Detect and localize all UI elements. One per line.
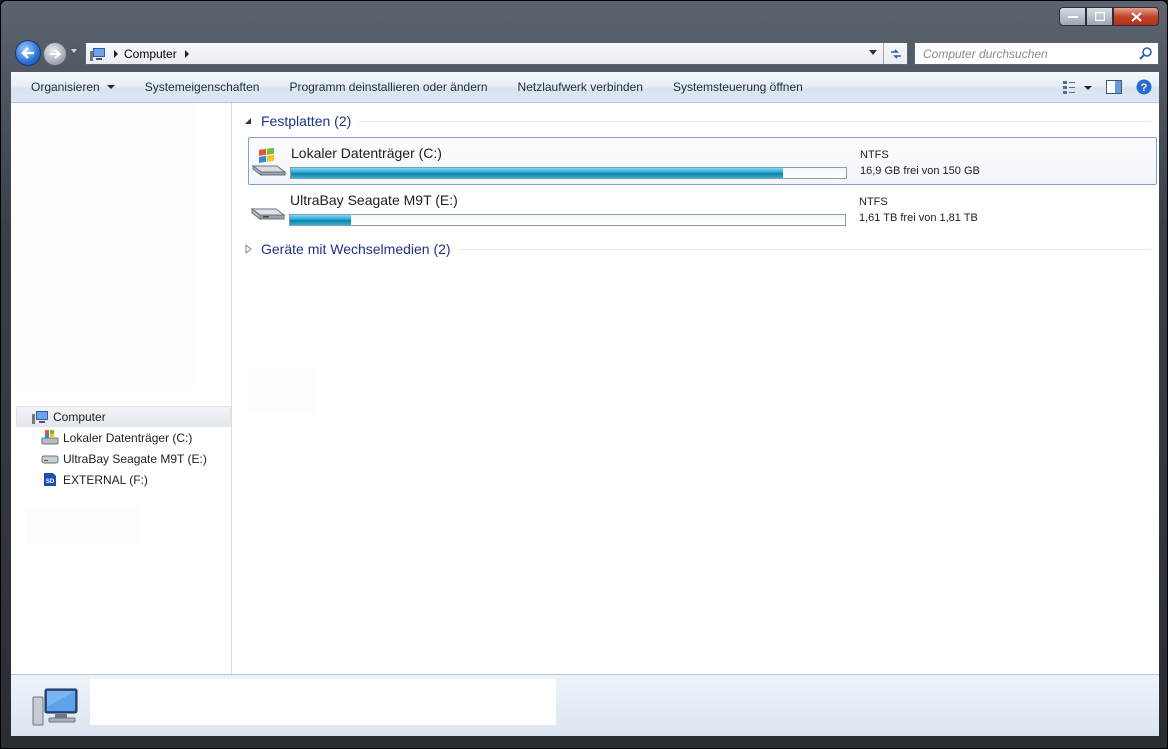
nav-item-drive-f[interactable]: SD EXTERNAL (F:)	[41, 469, 148, 490]
maximize-button[interactable]	[1086, 7, 1113, 26]
chevron-down-icon	[106, 85, 115, 89]
svg-text:?: ?	[1141, 82, 1148, 94]
close-icon	[1130, 11, 1142, 22]
navigation-bar: Computer	[11, 38, 1159, 68]
windows-drive-icon	[41, 430, 59, 446]
nav-item-drive-c[interactable]: Lokaler Datenträger (C:)	[41, 427, 192, 448]
change-view-button[interactable]	[1055, 72, 1099, 102]
details-pane	[11, 674, 1159, 736]
breadcrumb-computer[interactable]: Computer	[124, 47, 177, 61]
explorer-body: Computer Lokaler Datenträger (C:) UltraB…	[11, 103, 1159, 674]
explorer-window: Computer Organisieren Systemeigenschafte…	[0, 0, 1168, 749]
drive-tile-e[interactable]: UltraBay Seagate M9T (E:) NTFS 1,61 TB f…	[248, 185, 1157, 233]
breadcrumb-chevron-icon[interactable]	[184, 49, 189, 58]
drive-name: Lokaler Datenträger (C:)	[291, 145, 442, 161]
window-controls	[1059, 7, 1159, 26]
address-bar[interactable]: Computer	[85, 42, 908, 65]
sd-card-icon: SD	[41, 472, 59, 488]
expanded-triangle-icon	[245, 118, 251, 124]
nav-item-computer[interactable]: Computer	[16, 406, 231, 427]
uninstall-program-button[interactable]: Programm deinstallieren oder ändern	[274, 72, 502, 102]
drive-usage-bar	[289, 214, 846, 226]
organize-label: Organisieren	[31, 80, 100, 94]
minimize-button[interactable]	[1059, 7, 1086, 26]
system-properties-button[interactable]: Systemeigenschaften	[130, 72, 275, 102]
nav-item-drive-e[interactable]: UltraBay Seagate M9T (E:)	[41, 448, 207, 469]
group-divider	[458, 248, 1151, 250]
group-header-removable-devices[interactable]: Geräte mit Wechselmedien (2)	[241, 239, 1151, 259]
help-icon: ?	[1136, 79, 1152, 95]
nav-item-label: Lokaler Datenträger (C:)	[63, 430, 193, 445]
command-bar: Organisieren Systemeigenschaften Program…	[11, 72, 1159, 103]
hard-drive-icon	[250, 208, 286, 220]
help-button[interactable]: ?	[1129, 72, 1159, 102]
open-control-panel-button[interactable]: Systemsteuerung öffnen	[658, 72, 818, 102]
group-header-hard-disks[interactable]: Festplatten (2)	[241, 111, 1151, 131]
address-history-dropdown[interactable]	[869, 50, 877, 55]
drive-free-space: 16,9 GB frei von 150 GB	[860, 165, 980, 177]
nav-item-label: UltraBay Seagate M9T (E:)	[63, 451, 207, 466]
drive-free-space: 1,61 TB frei von 1,81 TB	[859, 212, 978, 224]
preview-pane-button[interactable]	[1099, 72, 1129, 102]
breadcrumb-separator-icon[interactable]	[114, 49, 118, 58]
forward-button[interactable]	[43, 42, 67, 66]
drive-filesystem: NTFS	[860, 149, 889, 161]
hard-drive-icon	[41, 451, 59, 467]
svg-text:SD: SD	[46, 479, 55, 485]
refresh-icon	[890, 48, 901, 59]
drive-usage-fill	[291, 168, 784, 178]
close-button[interactable]	[1113, 7, 1159, 26]
map-network-drive-button[interactable]: Netzlaufwerk verbinden	[503, 72, 658, 102]
nav-item-label: Computer	[53, 409, 106, 424]
content-blank-area	[249, 369, 315, 413]
preview-pane-icon	[1106, 80, 1122, 94]
details-blank-area	[90, 679, 556, 725]
drive-usage-fill	[290, 215, 352, 225]
drive-usage-bar	[290, 167, 847, 179]
windows-drive-icon	[251, 148, 287, 176]
back-arrow-icon	[21, 47, 34, 59]
organize-menu[interactable]: Organisieren	[11, 72, 130, 102]
navigation-pane: Computer Lokaler Datenträger (C:) UltraB…	[11, 103, 232, 674]
collapsed-triangle-icon	[245, 244, 252, 254]
back-button[interactable]	[15, 40, 41, 66]
search-input[interactable]	[923, 46, 1123, 61]
minimize-icon	[1067, 15, 1078, 18]
drive-filesystem: NTFS	[859, 196, 888, 208]
recent-pages-dropdown[interactable]	[71, 49, 77, 53]
view-controls: ?	[1055, 72, 1159, 102]
nav-blank-area-lower	[26, 508, 140, 544]
content-pane: Festplatten (2) Lokaler Datenträger (C:)	[233, 103, 1159, 674]
search-icon[interactable]	[1139, 46, 1153, 60]
drive-tile-c[interactable]: Lokaler Datenträger (C:) NTFS 16,9 GB fr…	[248, 137, 1157, 185]
computer-icon	[31, 409, 49, 425]
computer-small-icon	[90, 47, 105, 61]
group-divider	[359, 120, 1151, 122]
group-header-label: Festplatten (2)	[261, 113, 352, 129]
maximize-icon	[1094, 12, 1105, 21]
nav-blank-area	[11, 103, 196, 385]
drive-name: UltraBay Seagate M9T (E:)	[290, 192, 458, 208]
view-options-icon	[1063, 81, 1092, 94]
search-box	[914, 42, 1159, 65]
refresh-button[interactable]	[883, 43, 907, 64]
nav-item-label: EXTERNAL (F:)	[63, 472, 148, 487]
computer-icon	[32, 688, 78, 726]
group-header-label: Geräte mit Wechselmedien (2)	[261, 241, 451, 257]
forward-arrow-icon	[50, 49, 61, 59]
